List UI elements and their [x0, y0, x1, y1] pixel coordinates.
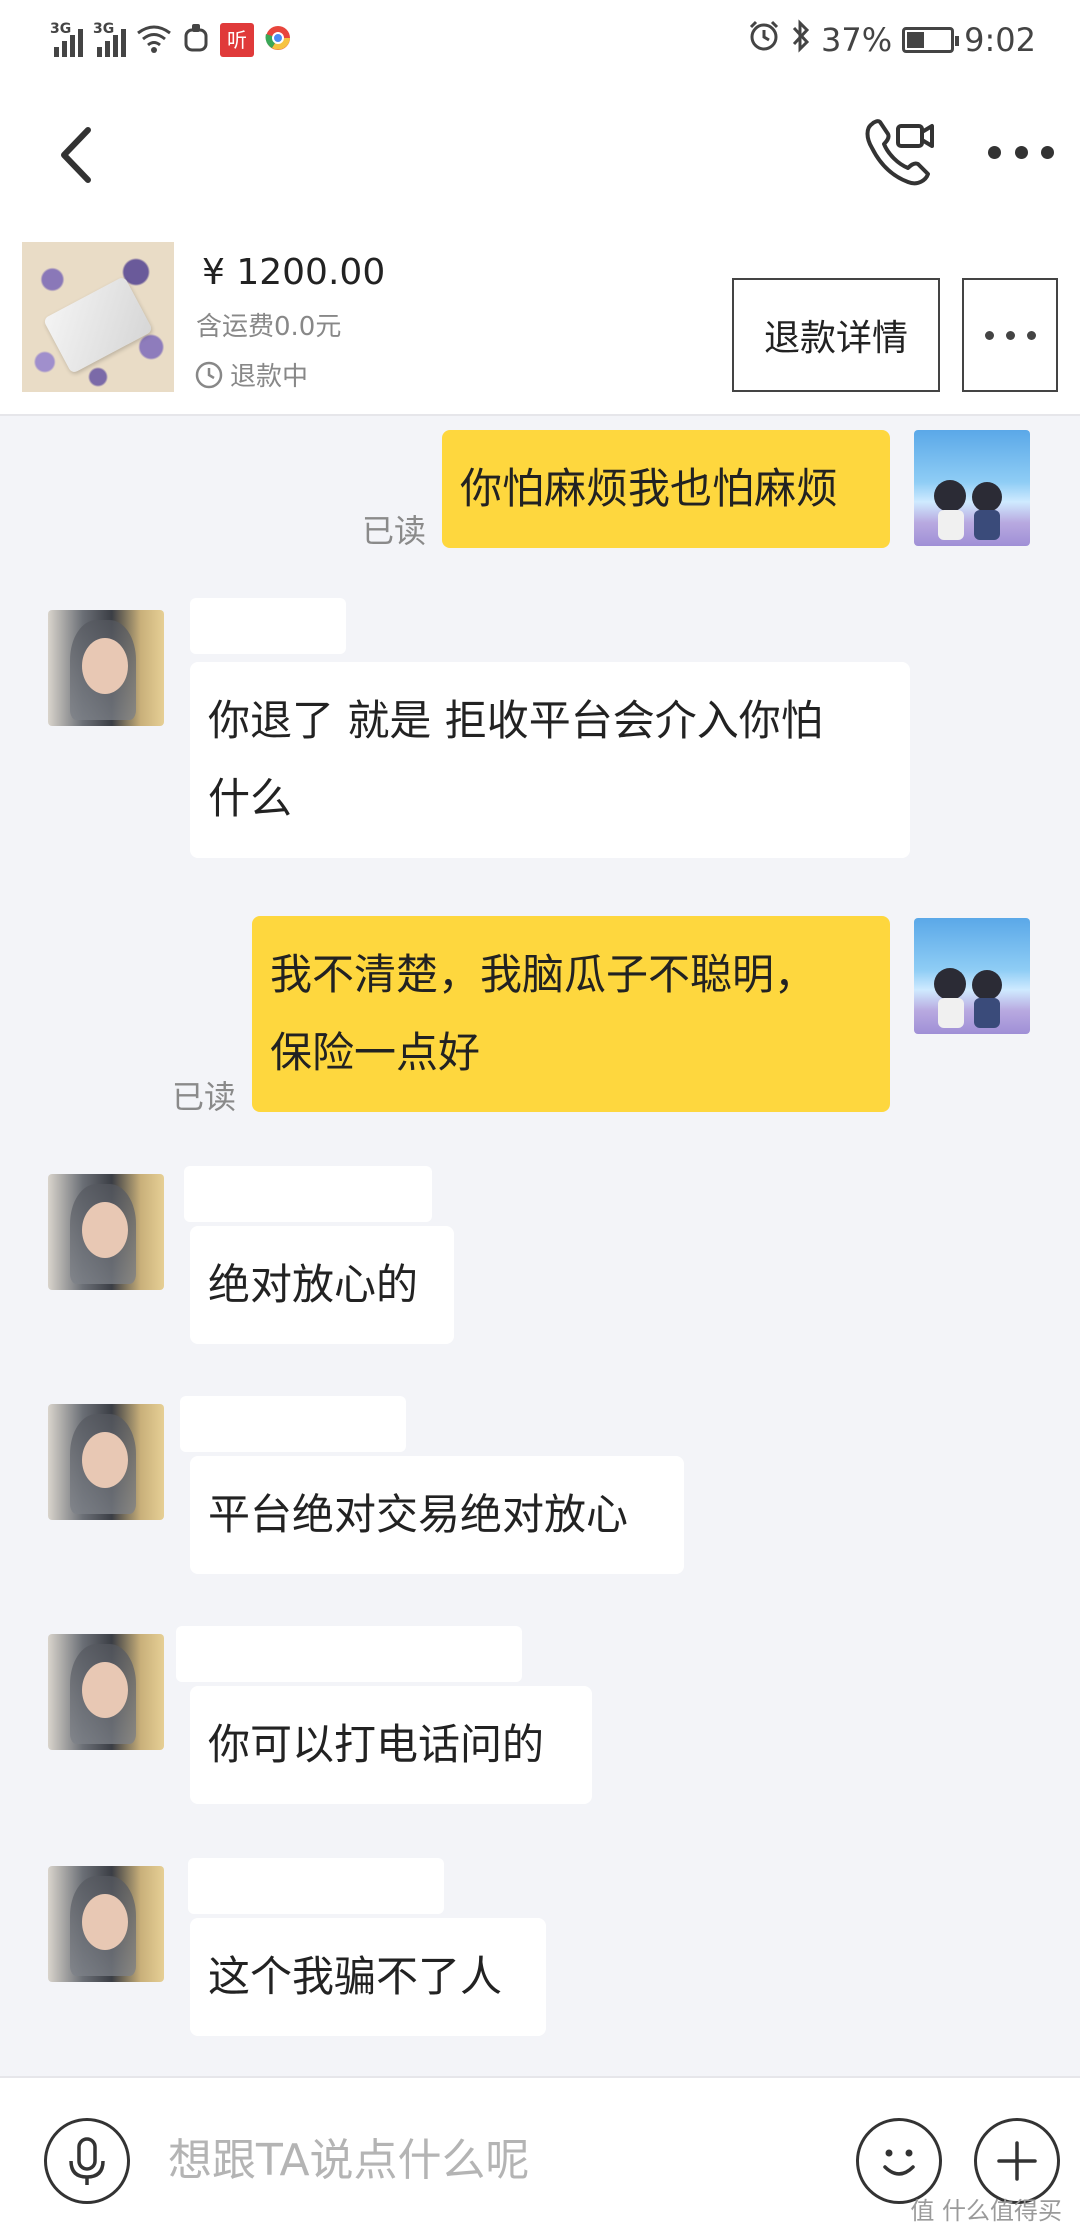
my-avatar[interactable]	[914, 430, 1030, 546]
microphone-icon[interactable]	[44, 2118, 130, 2204]
clock-icon	[194, 360, 224, 390]
video-call-icon[interactable]	[862, 114, 938, 190]
bluetooth-icon	[791, 19, 811, 61]
message-bubble-incoming[interactable]: 这个我骗不了人	[190, 1918, 546, 2036]
contact-name-redacted	[188, 1858, 444, 1914]
refund-status-label: 退款中	[230, 362, 309, 392]
message-bubble-outgoing[interactable]: 我不清楚，我脑瓜子不聪明， 保险一点好	[252, 916, 890, 1112]
listen-app-icon: 听	[220, 23, 254, 57]
message-input[interactable]: 想跟TA说点什么呢	[168, 2124, 828, 2198]
refund-detail-button[interactable]: 退款详情	[732, 278, 940, 392]
signal-icon: 3G	[50, 21, 83, 57]
message-bubble-incoming[interactable]: 平台绝对交易绝对放心	[190, 1456, 684, 1574]
product-card[interactable]: ¥ 1200.00 含运费0.0元 退款中 退款详情	[0, 230, 1080, 416]
contact-avatar[interactable]	[48, 1174, 164, 1290]
wifi-icon	[136, 23, 172, 58]
read-receipt: 已读	[172, 1078, 237, 1116]
battery-icon	[902, 27, 960, 53]
input-bar: 想跟TA说点什么呢 值 什么值得买	[0, 2076, 1080, 2240]
contact-avatar[interactable]	[48, 1634, 164, 1750]
back-icon[interactable]	[50, 120, 110, 190]
contact-name-redacted	[184, 1166, 432, 1222]
refund-status: 退款中	[194, 356, 308, 393]
chrome-app-icon	[264, 24, 292, 56]
alarm-icon	[747, 19, 781, 61]
watermark: 值 什么值得买	[910, 2197, 1062, 2225]
battery-percent: 37%	[821, 21, 893, 59]
message-line: 你退了 就是 拒收平台会介入你怕	[208, 696, 823, 745]
more-options-icon[interactable]	[988, 134, 1054, 170]
message-line: 什么	[208, 774, 293, 823]
my-avatar[interactable]	[914, 918, 1030, 1034]
contact-name-redacted	[180, 1396, 406, 1452]
product-thumbnail[interactable]	[22, 242, 174, 392]
product-price: ¥ 1200.00	[202, 252, 386, 293]
nav-bar	[0, 80, 1080, 230]
read-receipt: 已读	[362, 512, 427, 550]
message-bubble-incoming[interactable]: 你可以打电话问的	[190, 1686, 592, 1804]
signal-icon: 3G	[93, 21, 126, 57]
message-bubble-incoming[interactable]: 你退了 就是 拒收平台会介入你怕 什么	[190, 662, 910, 858]
network-type: 3G	[93, 21, 115, 37]
status-right: 37% 9:02	[747, 18, 1036, 62]
message-line: 我不清楚，我脑瓜子不聪明，	[270, 950, 817, 999]
status-left: 3G 3G 听	[50, 20, 292, 60]
contact-avatar[interactable]	[48, 610, 164, 726]
message-line: 保险一点好	[270, 1028, 481, 1077]
status-bar: 3G 3G 听 37% 9:02	[0, 0, 1080, 80]
network-type: 3G	[50, 21, 72, 37]
contact-name-redacted	[176, 1626, 522, 1682]
product-more-button[interactable]	[962, 278, 1058, 392]
app-notification-icon	[182, 22, 210, 58]
message-bubble-incoming[interactable]: 绝对放心的	[190, 1226, 454, 1344]
shipping-fee: 含运费0.0元	[196, 312, 342, 342]
clock-time: 9:02	[964, 21, 1036, 59]
message-bubble-outgoing[interactable]: 你怕麻烦我也怕麻烦	[442, 430, 890, 548]
contact-avatar[interactable]	[48, 1866, 164, 1982]
contact-name-redacted	[190, 598, 346, 654]
contact-avatar[interactable]	[48, 1404, 164, 1520]
